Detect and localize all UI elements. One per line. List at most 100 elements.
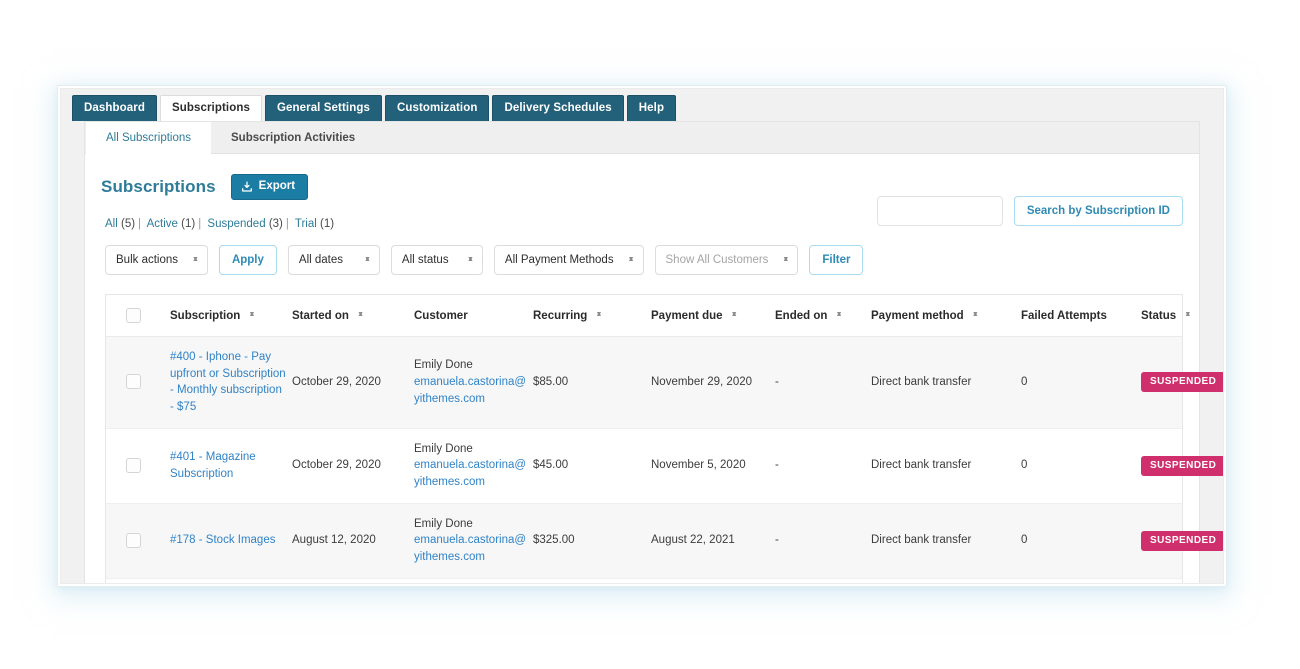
- header-payment-due-label: Payment due: [651, 309, 723, 322]
- cell-customer: Emily Done emanuela.castorina@yithemes.c…: [414, 578, 533, 583]
- cell-payment-method: Direct bank transfer: [871, 503, 1021, 579]
- header-ended-on: Ended on ▲ ▼: [775, 295, 871, 337]
- payment-methods-select[interactable]: All Payment Methods ▲ ▼: [493, 245, 644, 275]
- sub-tab-subscription-activities[interactable]: Subscription Activities: [211, 122, 375, 153]
- cell-customer: Emily Done emanuela.castorina@yithemes.c…: [414, 336, 533, 429]
- status-link-suspended[interactable]: Suspended: [207, 218, 265, 230]
- cell-started-on: October 29, 2020: [292, 428, 414, 504]
- header-failed-attempts-label: Failed Attempts: [1021, 309, 1107, 322]
- customer-email-link[interactable]: emanuela.castorina@yithemes.com: [414, 457, 527, 490]
- customer-email-link[interactable]: emanuela.castorina@yithemes.com: [414, 374, 527, 407]
- sub-tab-all-subscriptions[interactable]: All Subscriptions: [86, 122, 212, 154]
- nav-tab-help[interactable]: Help: [626, 94, 677, 121]
- status-link-trial[interactable]: Trial: [295, 218, 317, 230]
- header-started-on-label: Started on: [292, 309, 349, 322]
- cell-failed-attempts: [1021, 578, 1141, 583]
- cell-status: SUSPENDED: [1141, 503, 1223, 579]
- bulk-actions-select[interactable]: Bulk actions ▲ ▼: [105, 245, 208, 275]
- payment-methods-value: All Payment Methods: [504, 254, 614, 266]
- main-tab-bar: Dashboard Subscriptions General Settings…: [61, 89, 1223, 121]
- row-select-cell: [106, 503, 170, 579]
- cell-status: [1141, 578, 1182, 583]
- status-link-all[interactable]: All: [105, 218, 118, 230]
- header-select-all: [106, 295, 170, 337]
- subscriptions-table-wrap: Subscription ▲▼ Started on ▲▼ Customer: [105, 294, 1223, 583]
- nav-tab-customization[interactable]: Customization: [384, 94, 490, 121]
- table-row: #401 - Magazine Subscription October 29,…: [106, 428, 1223, 504]
- table-row: #400 - Iphone - Pay upfront or Subscript…: [106, 336, 1223, 429]
- page-title: Subscriptions: [101, 177, 216, 196]
- status-value: All status: [401, 254, 449, 266]
- row-checkbox[interactable]: [126, 457, 141, 473]
- nav-tab-subscriptions[interactable]: Subscriptions: [159, 94, 262, 121]
- export-button[interactable]: Export: [230, 174, 309, 200]
- select-all-checkbox[interactable]: [126, 308, 141, 323]
- cell-failed-attempts: 0: [1021, 336, 1141, 429]
- header-subscription: Subscription ▲ ▼: [170, 295, 292, 337]
- cell-subscription: #178 - Stock Images: [170, 503, 292, 579]
- status-link-active[interactable]: Active: [147, 218, 178, 230]
- cell-started-on: October 29, 2020: [292, 336, 414, 429]
- row-checkbox[interactable]: [126, 532, 141, 548]
- table-body: #400 - Iphone - Pay upfront or Subscript…: [106, 336, 1223, 583]
- table-header-row: Subscription ▲▼ Started on ▲▼ Customer: [106, 295, 1191, 337]
- status-count-all: (5): [120, 218, 136, 230]
- cell-ended-on: -: [775, 336, 871, 429]
- panel-body: Subscriptions Export All (5) | Active (1…: [85, 154, 1223, 583]
- cell-ended-on: -: [775, 428, 871, 504]
- header-status: Status ▲ ▼: [1141, 295, 1191, 337]
- status-badge: SUSPENDED: [1141, 455, 1223, 476]
- customers-select[interactable]: Show All Customers ▲ ▼: [654, 245, 799, 275]
- cell-payment-due: November 29, 2020: [651, 336, 775, 429]
- screen: Dashboard Subscriptions General Settings…: [0, 0, 1300, 669]
- search-by-subscription-id-button[interactable]: Search by Subscription ID: [1013, 196, 1183, 226]
- table-row: #178 - Stock Images August 12, 2020 Emil…: [106, 503, 1223, 579]
- dates-value: All dates: [298, 254, 344, 266]
- subscription-link[interactable]: #178 - Stock Images: [170, 534, 275, 546]
- status-badge: SUSPENDED: [1141, 530, 1223, 551]
- header-payment-due: Payment due ▲ ▼: [651, 295, 775, 337]
- header-payment-method: Payment method ▲ ▼: [871, 295, 1021, 337]
- cell-recurring: $325.00: [533, 503, 651, 579]
- sub-tab-bar: All Subscriptions Subscription Activitie…: [85, 122, 1199, 154]
- nav-tab-general-settings[interactable]: General Settings: [264, 94, 382, 121]
- cell-subscription: #401 - Magazine Subscription: [170, 428, 292, 504]
- cell-failed-attempts: 0: [1021, 503, 1141, 579]
- download-icon: [241, 181, 253, 193]
- table-row: Emily Done emanuela.castorina@yithemes.c…: [106, 578, 1182, 583]
- cell-payment-due: [651, 578, 775, 583]
- cell-customer: Emily Done emanuela.castorina@yithemes.c…: [414, 428, 533, 504]
- filter-button[interactable]: Filter: [809, 245, 864, 275]
- header-subscription-label: Subscription: [170, 309, 241, 322]
- cell-started-on: [292, 578, 414, 583]
- cell-payment-method: Direct bank transfer: [871, 336, 1021, 429]
- filter-bar: Bulk actions ▲▼ Apply All dates ▲▼ All: [101, 196, 1183, 275]
- cell-subscription: [170, 578, 292, 583]
- content-panel: All Subscriptions Subscription Activitie…: [84, 121, 1223, 583]
- cell-recurring: $45.00: [533, 428, 651, 504]
- cell-payment-due: August 22, 2021: [651, 503, 775, 579]
- status-select[interactable]: All status ▲ ▼: [390, 245, 483, 275]
- row-checkbox[interactable]: [126, 374, 141, 390]
- cell-started-on: August 12, 2020: [292, 503, 414, 579]
- cell-failed-attempts: 0: [1021, 428, 1141, 504]
- nav-tab-delivery-schedules[interactable]: Delivery Schedules: [492, 94, 624, 121]
- apply-button[interactable]: Apply: [218, 245, 277, 275]
- title-row: Subscriptions Export: [101, 154, 1183, 200]
- dates-select[interactable]: All dates ▲ ▼: [287, 245, 380, 275]
- cell-payment-method: [871, 578, 1021, 583]
- subscription-link[interactable]: #401 - Magazine Subscription: [170, 451, 256, 480]
- cell-ended-on: -: [775, 503, 871, 579]
- customer-name: Emily Done: [414, 442, 473, 455]
- status-separator: |: [285, 218, 289, 230]
- subscription-link[interactable]: #400 - Iphone - Pay upfront or Subscript…: [170, 351, 286, 413]
- cell-customer: Emily Done emanuela.castorina@yithemes.c…: [414, 503, 533, 579]
- customer-name: Emily Done: [414, 359, 473, 372]
- nav-tab-dashboard[interactable]: Dashboard: [72, 94, 157, 121]
- header-started-on: Started on ▲ ▼: [292, 295, 414, 337]
- customer-email-link[interactable]: emanuela.castorina@yithemes.com: [414, 532, 527, 565]
- search-input[interactable]: [876, 196, 1003, 226]
- header-failed-attempts: Failed Attempts: [1021, 295, 1141, 337]
- header-customer-label: Customer: [414, 309, 468, 322]
- header-status-label: Status: [1141, 309, 1177, 322]
